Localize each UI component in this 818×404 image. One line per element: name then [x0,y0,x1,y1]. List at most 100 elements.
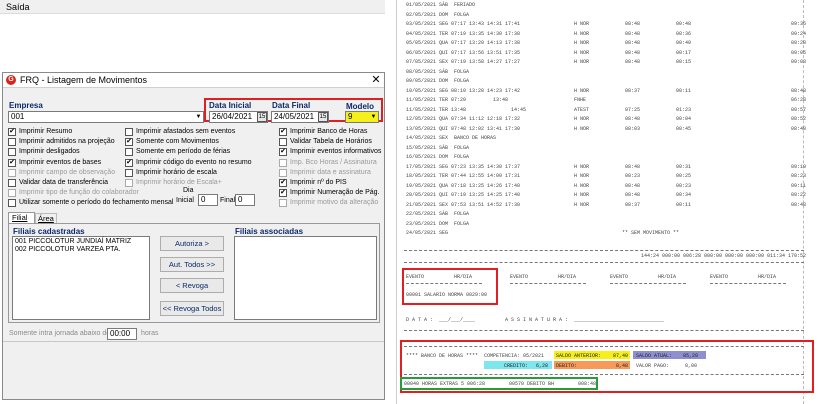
saldo-anterior-label: SALDO ANTERIOR: [556,353,602,359]
autoriza-button[interactable]: Autoriza > [160,236,224,251]
filial-panel: Filiais cadastradas 001 PICCOLOTUR JUNDI… [8,223,380,323]
report-day-total: 09:19 [791,163,807,170]
close-icon[interactable]: ✕ [369,73,383,87]
checkbox-icon[interactable] [8,199,16,208]
tab-area[interactable]: Área [35,213,57,223]
checkbox-label: Validar Tabela de Horários [290,138,372,146]
checkbox-label: Imprimir Numeração de Pág. [290,189,380,197]
dialog-title: FRQ - Listagem de Movimentos [20,75,148,85]
checked-box-icon[interactable]: ✔ [125,158,133,167]
evento-header: EVENTO HR/DIA [610,274,677,280]
report-day-codes: ATEST 07:25 01:23 [574,106,692,113]
report-day-total: 09:24 [791,30,807,37]
checkbox-label: Imprimir afastados sem eventos [136,128,236,135]
tab-filial[interactable]: Filial [8,212,35,223]
report-day-date: 11/05/2021 TER 13:48 14:45 [406,106,527,113]
data-inicial-label: Data Inicial [209,101,252,110]
aut-todos-button[interactable]: Aut. Todos >> [160,257,224,272]
debito-label: DEBITO: [556,363,578,369]
checked-box-icon[interactable]: ✔ [8,128,16,136]
list-item[interactable]: 001 PICCOLOTUR JUNDIAÍ MATRIZ [15,238,131,245]
listagem-dialog: G FRQ - Listagem de Movimentos ✕ Empresa… [2,72,385,400]
menu-saida[interactable]: Saída [6,2,30,12]
report-day-date: 17/05/2021 SEG 07:23 13:35 14:30 17:37 [406,163,521,170]
chevron-down-icon[interactable]: ▼ [369,112,378,122]
checkbox-icon[interactable] [279,138,287,147]
report-day-total: 09:28 [791,40,807,46]
checked-box-icon[interactable]: ✔ [279,179,287,187]
report-day-total: 06:28 [791,97,807,103]
report-day-total: 08:48 [791,87,807,94]
report-totals: 144:24 000:00 006:28 000:00 000:00 000:0… [641,253,807,259]
credito-label: CREDITO: [504,363,529,369]
report-day-date: 02/05/2021 DOM FOLGA [406,11,470,18]
report-day-date: 12/05/2021 QUA 07:34 11:12 12:18 17:32 [406,116,521,122]
saldo-atual-label: SALDO ATUAL: [636,353,673,359]
empresa-select[interactable]: 001 [8,111,204,123]
jornada-value: 00:00 [110,329,131,338]
dia-inicial-label: Inicial [176,197,194,204]
checkbox-icon[interactable] [8,168,16,177]
report-day-total: 09:05 [791,49,807,56]
dia-final-value: 0 [238,195,243,204]
checkbox-icon[interactable] [125,148,133,157]
checked-box-icon[interactable]: ✔ [279,189,287,198]
checked-box-icon[interactable]: ✔ [8,158,16,167]
checkbox-icon[interactable] [8,179,16,187]
report-separator [404,346,804,347]
checkbox-label: Imprimir Resumo [19,128,73,135]
dia-inicial-field[interactable]: 0 [198,194,218,206]
list-item[interactable]: 002 PICCOLOTUR VARZEA PTA. [15,246,121,253]
report-day-codes: H NOR 08:48 00:40 [574,40,692,46]
report-separator [404,250,804,251]
data-final-value: 24/05/2021 [274,112,315,121]
filiais-cadastradas-label: Filiais cadastradas [13,227,85,236]
checkbox-icon[interactable] [125,179,133,187]
revoga-todos-button[interactable]: << Revoga Todos [160,301,224,316]
checkbox-icon[interactable] [8,138,16,147]
evento-header: EVENTO HR/DIA [710,274,777,280]
checkbox-label: Imprimir nº do PIS [290,179,347,186]
dia-inicial-value: 0 [201,195,206,204]
report-day-date: 24/05/2021 SEG [406,230,449,236]
checkbox-icon[interactable] [8,189,16,198]
report-day-date: 15/05/2021 SÁB FOLGA [406,144,470,151]
checked-box-icon[interactable]: ✔ [279,128,287,136]
checkbox-icon[interactable] [8,148,16,157]
checkbox-icon[interactable] [279,199,287,208]
modelo-value: 9 [348,112,353,121]
saldo-anterior-value: 87,40 [613,353,629,359]
calendar-icon[interactable]: 15 [257,112,267,122]
checked-box-icon[interactable]: ✔ [125,138,133,147]
checkbox-icon[interactable] [279,158,287,167]
chevron-down-icon[interactable]: ▼ [194,112,203,122]
report-day-codes: ** SEM MOVIMENTO ** [574,230,680,236]
calendar-icon[interactable]: 15 [318,112,328,122]
filiais-associadas-label: Filiais associadas [235,227,304,236]
credito-value: 6,28 [536,363,549,369]
checkbox-label: Imprimir campo de observação [19,168,116,176]
report-day-total: 09:03 [791,59,807,65]
report-day-date: 08/05/2021 SÁB FOLGA [406,68,470,75]
checked-box-icon[interactable]: ✔ [279,148,287,157]
evento-header: EVENTO HR/DIA [510,274,577,280]
assinatura-line: D A T A : ___/___/____ A S S I N A T U R… [406,317,665,323]
dia-label: Dia [183,187,194,194]
checkbox-icon[interactable] [125,168,133,177]
checkbox-icon[interactable] [125,128,133,136]
report-day-date: 23/05/2021 DOM FOLGA [406,220,470,227]
application-window: Saída G FRQ - Listagem de Movimentos ✕ E… [0,0,385,404]
report-day-date: 18/05/2021 TER 07:44 12:55 14:00 17:31 [406,173,521,179]
revoga-button[interactable]: < Revoga [160,278,224,293]
dialog-titlebar: G FRQ - Listagem de Movimentos ✕ [3,73,384,88]
filiais-cadastradas-list[interactable]: 001 PICCOLOTUR JUNDIAÍ MATRIZ 002 PICCOL… [12,236,150,320]
report-separator [510,283,586,284]
jornada-field[interactable]: 00:00 [107,328,137,340]
dia-final-field[interactable]: 0 [235,194,255,206]
modelo-label: Modelo [346,102,374,111]
data-final-label: Data Final [272,101,311,110]
checkbox-icon[interactable] [279,168,287,177]
checkbox-label: Imprimir eventos de bases [19,158,102,166]
filiais-associadas-list[interactable] [234,236,377,320]
report-separator [406,283,482,284]
